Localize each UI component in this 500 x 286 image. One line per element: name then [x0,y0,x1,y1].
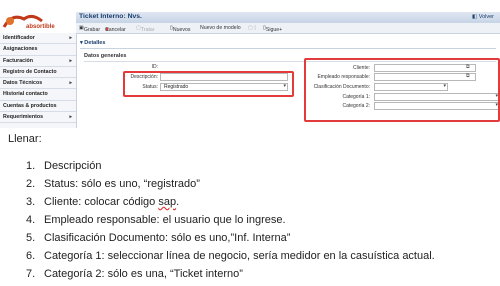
sidebar-item-label: Registro de Contacto [3,68,57,75]
list-item: 5. Clasificación Documento: sólo es uno,”… [26,232,291,244]
list-item: 2. Status: sólo es uno, “registrado” [26,178,200,190]
instructions-heading: Llenar: [8,133,42,145]
chevron-right-icon: ▸ [69,114,72,121]
next-button[interactable]: ▯ Sigue+ [263,25,282,33]
sidebar-item[interactable]: Datos Técnicos ▸ [0,78,76,90]
new-button[interactable]: ▯ Nuevos [170,25,190,33]
window-title: Ticket Interno: Nvs. [79,13,142,20]
company-logo: absortible [2,14,55,30]
test-button[interactable]: ▢ Tratar [136,25,155,33]
sidebar: Identificador ▸ Asignaciones Facturación ▸ Re… [0,33,77,128]
sidebar-item-label: Historial contacto [3,91,48,98]
list-item: 7. Categoría 2: sólo es una, “Ticket inte… [26,268,243,280]
list-item: 4. Empleado responsable: el usuario que l… [26,214,286,226]
section-divider [80,48,496,49]
list-item: 6. Categoría 1: seleccionar línea de nego… [26,250,435,262]
sidebar-item-label: Asignaciones [3,46,38,53]
save-button[interactable]: ▣ Grabar [79,25,100,33]
highlight-left [123,71,294,97]
sidebar-item-label: Identificador [3,35,35,41]
back-button[interactable]: ◧ Volver [472,14,494,20]
sidebar-item-label: Requerimientos [3,114,44,121]
list-item: 1. Descripción [26,160,102,172]
sidebar-item-label: Facturación [3,57,34,64]
chevron-right-icon: ▸ [69,80,72,87]
chevron-right-icon: ▸ [69,57,72,64]
details-section-title[interactable]: ▾ Detalles [80,40,105,46]
list-item: 3. Cliente: colocar código sap. [26,196,180,208]
crm-screenshot: absortible Identificador ▸ Asignaciones Fac… [0,0,500,128]
general-data-title: Datos generales [84,53,127,59]
sidebar-item[interactable]: Facturación ▸ [0,56,76,67]
sidebar-item[interactable]: Historial contacto [0,89,76,101]
highlight-right [304,58,500,122]
sidebar-item[interactable]: Cuentas & productos [0,101,76,113]
model-button[interactable]: Nuevo de modelo [200,25,241,31]
chevron-right-icon: ▸ [69,35,72,41]
window-titlebar: Ticket Interno: Nvs. ◧ Volver [76,12,500,23]
sidebar-item-label: Datos Técnicos [3,80,43,87]
sidebar-item[interactable]: Requerimientos ▸ [0,112,76,124]
sidebar-item[interactable]: Asignaciones [0,44,76,56]
instructions: Llenar: 1. Descripción 2. Status: sólo es … [0,128,500,286]
logo-text: absortible [26,24,55,30]
sidebar-item[interactable]: Identificador ▸ [0,33,76,45]
id-label: ID: [151,64,158,70]
toolbar: ▣ Grabar ✖ Cancelar ▢ Tratar ▯ Nuevos Nu… [76,23,500,34]
sidebar-item[interactable]: Registro de Contacto [0,67,76,79]
sidebar-item-label: Cuentas & productos [3,102,57,109]
separator-icon: ▢ | [248,25,256,31]
